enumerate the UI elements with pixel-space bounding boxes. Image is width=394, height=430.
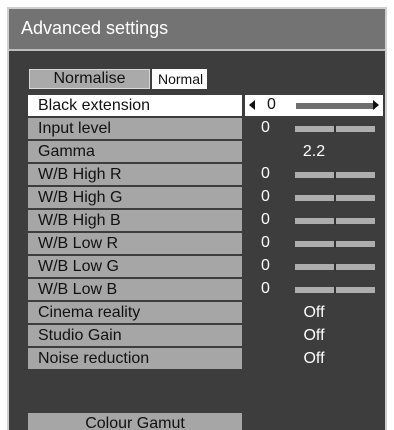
- setting-value: 2.2: [302, 142, 326, 160]
- title-bar: Advanced settings: [9, 9, 385, 51]
- setting-value-cell[interactable]: 0: [245, 210, 383, 231]
- slider-marker[interactable]: [334, 286, 336, 294]
- slider-marker[interactable]: [334, 240, 336, 248]
- normalise-button[interactable]: Normalise: [29, 69, 150, 89]
- setting-row-w-b-low-g[interactable]: W/B Low G 0: [28, 256, 385, 277]
- setting-row-input-level[interactable]: Input level 0: [28, 118, 385, 139]
- setting-label: Cinema reality: [28, 302, 242, 323]
- slider-marker[interactable]: [294, 102, 296, 110]
- setting-row-noise-reduction[interactable]: Noise reduction Off: [28, 348, 385, 369]
- setting-value-cell[interactable]: 0: [245, 233, 383, 254]
- normalise-status: Normal: [152, 69, 207, 89]
- setting-value: 0: [261, 257, 270, 274]
- level-slider-bar[interactable]: [295, 286, 375, 294]
- setting-value-cell[interactable]: 0: [245, 279, 383, 300]
- level-slider-bar[interactable]: [295, 125, 375, 133]
- setting-value: Off: [303, 326, 325, 344]
- slider-marker[interactable]: [334, 194, 336, 202]
- level-slider-bar[interactable]: [295, 217, 375, 225]
- setting-value-cell[interactable]: 0: [245, 187, 383, 208]
- colour-gamut-button[interactable]: Colour Gamut: [28, 413, 242, 430]
- setting-label: W/B High B: [28, 210, 242, 231]
- level-slider-bar[interactable]: [294, 102, 375, 110]
- setting-value: 0: [261, 188, 270, 205]
- right-arrow-icon[interactable]: [373, 100, 379, 110]
- setting-value-cell[interactable]: Off: [245, 302, 383, 323]
- setting-row-w-b-low-b[interactable]: W/B Low B 0: [28, 279, 385, 300]
- setting-row-w-b-high-g[interactable]: W/B High G 0: [28, 187, 385, 208]
- setting-value-cell[interactable]: Off: [245, 325, 383, 346]
- setting-label: Black extension: [28, 95, 242, 116]
- slider-marker[interactable]: [334, 217, 336, 225]
- level-slider-bar[interactable]: [295, 194, 375, 202]
- advanced-settings-menu: Advanced settings Normalise Normal Black…: [7, 7, 387, 430]
- setting-value-cell[interactable]: 0: [245, 164, 383, 185]
- setting-value: 0: [261, 119, 270, 136]
- setting-row-gamma[interactable]: Gamma 2.2: [28, 141, 385, 162]
- setting-row-w-b-high-b[interactable]: W/B High B 0: [28, 210, 385, 231]
- setting-label: W/B High G: [28, 187, 242, 208]
- setting-label: Noise reduction: [28, 348, 242, 369]
- setting-row-black-extension[interactable]: Black extension 0: [28, 95, 385, 116]
- level-slider-bar[interactable]: [295, 263, 375, 271]
- setting-row-w-b-low-r[interactable]: W/B Low R 0: [28, 233, 385, 254]
- setting-value-cell[interactable]: Off: [245, 348, 383, 369]
- setting-value-cell[interactable]: 0: [245, 118, 383, 139]
- setting-value: 0: [261, 280, 270, 297]
- setting-row-w-b-high-r[interactable]: W/B High R 0: [28, 164, 385, 185]
- setting-label: Gamma: [28, 141, 242, 162]
- menu-title: Advanced settings: [21, 18, 169, 38]
- level-slider-bar[interactable]: [295, 171, 375, 179]
- setting-row-cinema-reality[interactable]: Cinema reality Off: [28, 302, 385, 323]
- left-arrow-icon[interactable]: [249, 100, 255, 110]
- setting-value: 0: [261, 165, 270, 182]
- setting-value: 0: [267, 96, 276, 113]
- slider-marker[interactable]: [334, 263, 336, 271]
- setting-label: W/B Low G: [28, 256, 242, 277]
- setting-value-cell[interactable]: 0: [245, 256, 383, 277]
- setting-value: 0: [261, 211, 270, 228]
- setting-label: W/B High R: [28, 164, 242, 185]
- setting-row-studio-gain[interactable]: Studio Gain Off: [28, 325, 385, 346]
- setting-label: Studio Gain: [28, 325, 242, 346]
- slider-marker[interactable]: [334, 171, 336, 179]
- setting-value: Off: [303, 303, 325, 321]
- slider-marker[interactable]: [334, 125, 336, 133]
- setting-label: W/B Low B: [28, 279, 242, 300]
- setting-value-cell[interactable]: 0: [245, 95, 383, 116]
- level-slider-bar[interactable]: [295, 240, 375, 248]
- setting-label: Input level: [28, 118, 242, 139]
- setting-value-cell[interactable]: 2.2: [245, 141, 383, 162]
- setting-value: Off: [303, 349, 325, 367]
- setting-value: 0: [261, 234, 270, 251]
- setting-label: W/B Low R: [28, 233, 242, 254]
